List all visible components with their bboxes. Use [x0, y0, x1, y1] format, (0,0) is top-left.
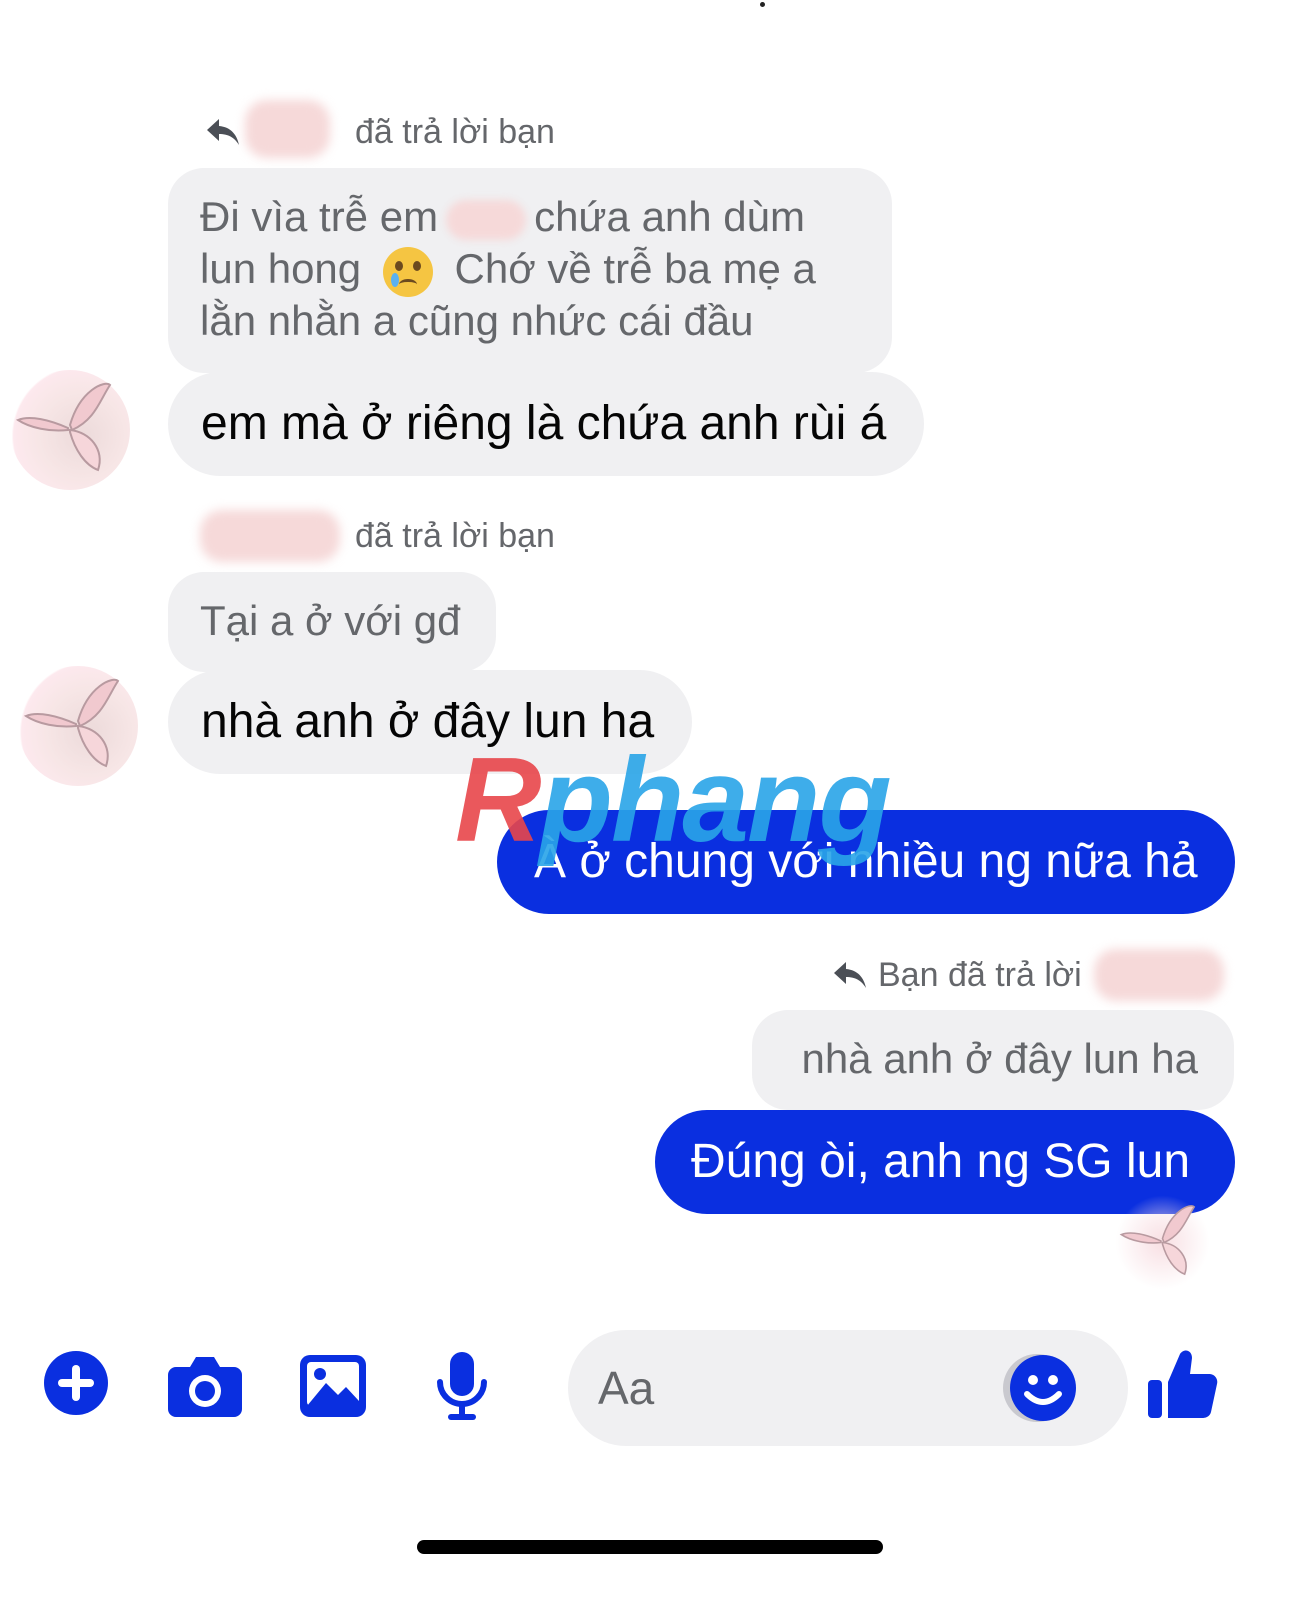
quoted-message[interactable]: Tại a ở với gđ: [168, 572, 496, 672]
gallery-button[interactable]: [300, 1355, 366, 1422]
quoted-message[interactable]: Đi vìa trễ em chứa anh dùm lun hong Chớ v…: [168, 168, 892, 373]
reply-header-text: đã trả lời bạn: [355, 113, 555, 151]
emoji-button[interactable]: [993, 1352, 1077, 1424]
quote-text: Đi vìa trễ em: [200, 193, 439, 240]
butterfly-icon: [15, 382, 112, 472]
watermark-logo: Rphang: [455, 733, 892, 867]
avatar[interactable]: [10, 370, 130, 490]
redacted-name: [200, 510, 340, 562]
quote-text: lằn nhằn a cũng nhức cái đầu: [200, 297, 754, 344]
input-placeholder: Aa: [598, 1362, 655, 1414]
crying-emoji: [382, 246, 433, 297]
plus-circle-icon: [44, 1351, 108, 1415]
microphone-icon: [437, 1352, 487, 1420]
message-text: Đúng òi, anh ng SG lun: [691, 1135, 1191, 1188]
redacted-name: [446, 199, 527, 240]
quote-text: lun hong: [200, 245, 362, 292]
plus-button[interactable]: [43, 1350, 109, 1421]
reply-header-text: Bạn đã trả lời: [878, 956, 1082, 994]
quote-text: Tại a ở với gđ: [200, 597, 461, 644]
reply-arrow-icon: [834, 962, 866, 988]
redacted-name: [245, 100, 330, 158]
read-receipt-avatar: [1115, 1195, 1210, 1290]
home-indicator: [417, 1540, 883, 1554]
camera-icon: [168, 1357, 242, 1417]
status-dot: [760, 2, 765, 7]
message-input[interactable]: Aa: [568, 1330, 1128, 1446]
message-text: em mà ở riêng là chứa anh rùi á: [201, 397, 887, 450]
quote-text: Chớ về trễ ba mẹ a: [454, 245, 816, 292]
thumbs-up-icon: [1148, 1350, 1218, 1419]
voice-button[interactable]: [436, 1352, 488, 1427]
camera-button[interactable]: [168, 1355, 242, 1422]
avatar[interactable]: [18, 666, 138, 786]
emoji-icon: [1003, 1354, 1076, 1422]
reply-header-text: đã trả lời bạn: [355, 517, 555, 555]
butterfly-icon: [23, 678, 120, 768]
reply-arrow-icon: [207, 119, 239, 145]
quote-text: chứa anh dùm: [534, 193, 806, 240]
quote-text: nhà anh ở đây lun ha: [801, 1035, 1198, 1082]
image-icon: [300, 1355, 366, 1417]
message-bubble[interactable]: em mà ở riêng là chứa anh rùi á: [168, 372, 924, 476]
reply-header: Bạn đã trả lời: [832, 949, 1232, 1001]
butterfly-icon: [1119, 1205, 1196, 1276]
like-button[interactable]: [1148, 1348, 1218, 1425]
quoted-message[interactable]: nhà anh ở đây lun ha: [752, 1010, 1234, 1110]
redacted-name: [1094, 949, 1224, 1001]
